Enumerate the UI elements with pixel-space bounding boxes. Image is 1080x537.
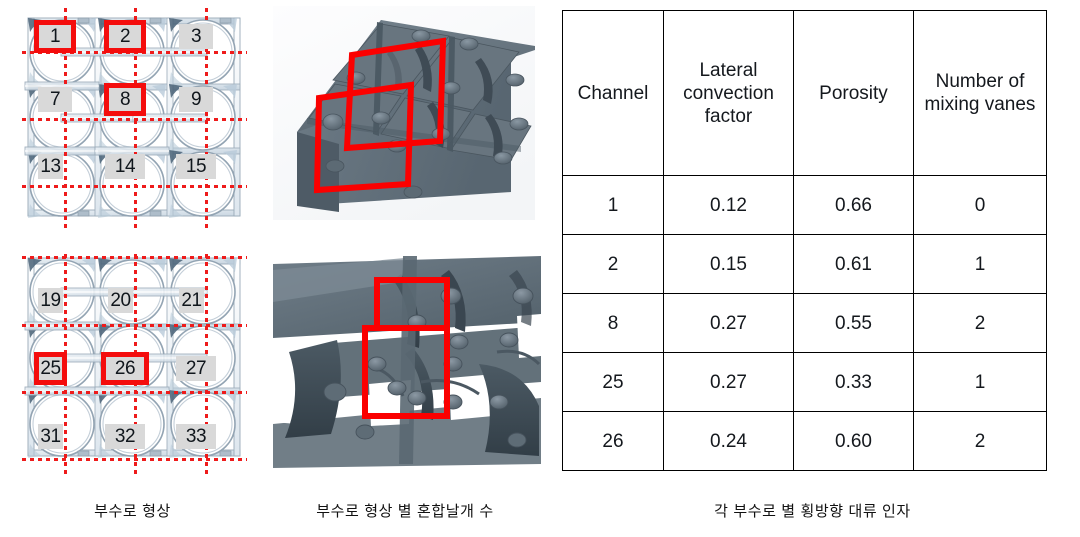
cell-channel: 25 xyxy=(562,352,664,412)
channel-chip-15[interactable]: 15 xyxy=(176,154,216,179)
convection-factor-table: Channel Lateral convection factor Porosi… xyxy=(562,10,1047,471)
cell-vanes: 2 xyxy=(913,293,1047,353)
cell-channel: 8 xyxy=(562,293,664,353)
cell-porosity: 0.60 xyxy=(793,411,914,471)
channel-chip-31[interactable]: 31 xyxy=(38,424,63,449)
column-header-lateral-convection-factor: Lateral convection factor xyxy=(663,10,794,176)
cell-vanes: 2 xyxy=(913,411,1047,471)
cell-lcf: 0.15 xyxy=(663,234,794,294)
table-row: 8 0.27 0.55 2 xyxy=(562,293,1047,353)
channel-chip-1[interactable]: 1 xyxy=(34,20,76,53)
channel-chip-9[interactable]: 9 xyxy=(179,87,213,112)
channel-chip-25[interactable]: 25 xyxy=(34,352,67,385)
cell-porosity: 0.61 xyxy=(793,234,914,294)
cell-channel: 2 xyxy=(562,234,664,294)
table-row: 2 0.15 0.61 1 xyxy=(562,234,1047,294)
channel-chip-32[interactable]: 32 xyxy=(105,424,145,449)
channel-chip-14[interactable]: 14 xyxy=(105,154,145,179)
table-row: 26 0.24 0.60 2 xyxy=(562,411,1047,471)
cell-porosity: 0.66 xyxy=(793,175,914,235)
caption-subchannel-geometry: 부수로 형상 xyxy=(94,503,171,520)
cell-vanes: 0 xyxy=(913,175,1047,235)
caption-lateral-convection-factor: 각 부수로 별 횡방향 대류 인자 xyxy=(714,503,911,520)
mixing-vane-images-panel xyxy=(265,0,545,490)
subchannel-map-top: 1 2 3 7 8 9 13 14 15 xyxy=(22,8,247,230)
column-header-channel: Channel xyxy=(562,10,664,176)
cell-channel: 1 xyxy=(562,175,664,235)
cad-view-top xyxy=(273,6,535,220)
channel-chip-3[interactable]: 3 xyxy=(179,24,213,49)
cell-porosity: 0.33 xyxy=(793,352,914,412)
channel-chip-20[interactable]: 20 xyxy=(108,288,133,313)
channel-chip-8[interactable]: 8 xyxy=(104,83,146,116)
channel-chip-7[interactable]: 7 xyxy=(38,87,72,112)
subchannel-geometry-panel: 1 2 3 7 8 9 13 14 15 19 20 21 25 26 27 3… xyxy=(0,0,265,490)
column-header-number-of-mixing-vanes: Number of mixing vanes xyxy=(913,10,1047,176)
column-header-porosity: Porosity xyxy=(793,10,914,176)
table-header-row: Channel Lateral convection factor Porosi… xyxy=(562,10,1047,176)
channel-chip-27[interactable]: 27 xyxy=(176,356,216,381)
channel-chip-21[interactable]: 21 xyxy=(179,288,204,313)
cell-porosity: 0.55 xyxy=(793,293,914,353)
table-row: 1 0.12 0.66 0 xyxy=(562,175,1047,235)
channel-chip-13[interactable]: 13 xyxy=(38,154,63,179)
cad-view-bottom xyxy=(273,256,541,468)
channel-chip-26[interactable]: 26 xyxy=(101,352,149,385)
convection-factor-table-panel: Channel Lateral convection factor Porosi… xyxy=(545,0,1080,490)
table-row: 25 0.27 0.33 1 xyxy=(562,352,1047,412)
cell-vanes: 1 xyxy=(913,234,1047,294)
cell-lcf: 0.24 xyxy=(663,411,794,471)
cell-lcf: 0.12 xyxy=(663,175,794,235)
cell-vanes: 1 xyxy=(913,352,1047,412)
channel-chip-19[interactable]: 19 xyxy=(38,288,63,313)
channel-chip-2[interactable]: 2 xyxy=(104,20,146,53)
caption-mixing-vane-count: 부수로 형상 별 혼합날개 수 xyxy=(316,503,494,520)
cell-channel: 26 xyxy=(562,411,664,471)
subchannel-map-bottom: 19 20 21 25 26 27 31 32 33 xyxy=(22,254,247,476)
cell-lcf: 0.27 xyxy=(663,352,794,412)
cell-lcf: 0.27 xyxy=(663,293,794,353)
channel-chip-33[interactable]: 33 xyxy=(176,424,216,449)
